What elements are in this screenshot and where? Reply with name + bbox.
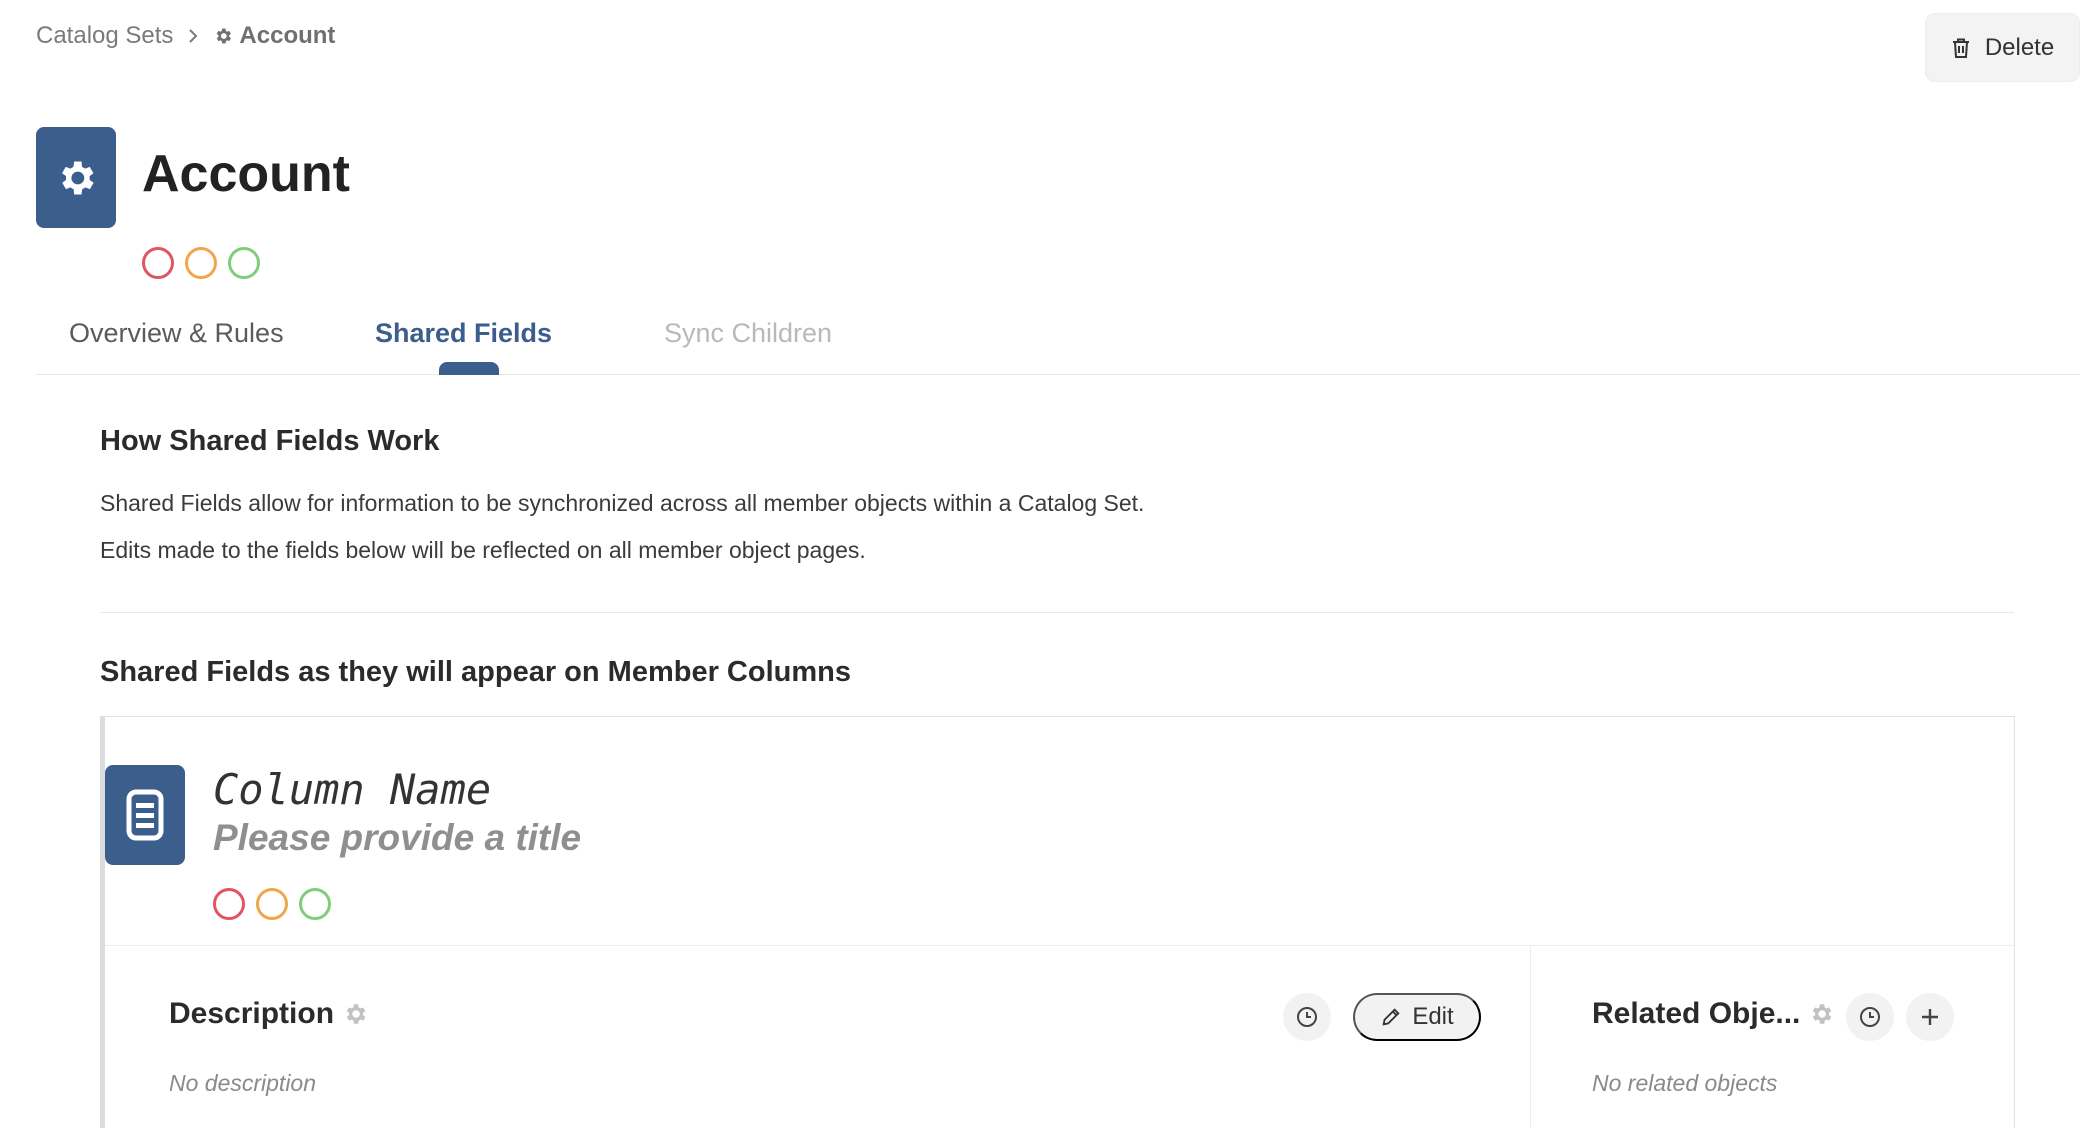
active-tab-indicator (439, 362, 499, 375)
breadcrumb-current: Account (213, 22, 335, 50)
tab-shared-fields[interactable]: Shared Fields (375, 318, 552, 349)
breadcrumb-current-label: Account (239, 22, 336, 49)
tab-sync-children: Sync Children (664, 318, 833, 348)
tab-bar: Overview & Rules Shared Fields Sync Chil… (36, 300, 2080, 375)
clock-icon (1860, 1007, 1880, 1027)
delete-button-label: Delete (1984, 33, 2055, 61)
how-shared-fields-line-2: Edits made to the fields below will be r… (100, 537, 866, 563)
column-icon (105, 765, 185, 865)
delete-button[interactable]: Delete (1925, 13, 2080, 82)
gear-icon (1813, 1004, 1832, 1024)
pencil-icon (1382, 1008, 1400, 1026)
card-vertical-divider (1530, 945, 1531, 1128)
how-shared-fields-heading: How Shared Fields Work (100, 425, 440, 457)
related-objects-field-title: Related Obje... (1592, 997, 1834, 1031)
section-divider (100, 612, 2014, 613)
plus-icon (1922, 1009, 1938, 1025)
column-name: Column Name (213, 765, 492, 814)
related-objects-add-button[interactable] (1906, 993, 1954, 1041)
tab-overview-rules[interactable]: Overview & Rules (69, 318, 284, 349)
page-title: Account (142, 145, 350, 203)
trash-icon (1952, 38, 1969, 58)
card-divider (105, 945, 2014, 946)
description-title-label: Description (169, 997, 335, 1030)
member-column-preview-card: Column Name Please provide a title Descr… (100, 716, 2015, 1128)
gear-icon (62, 161, 94, 194)
status-dot-red[interactable] (142, 247, 174, 279)
page-icon (36, 127, 116, 228)
status-indicators (142, 247, 260, 279)
breadcrumb-parent-link[interactable]: Catalog Sets (36, 22, 173, 50)
column-icon-glyph (126, 789, 164, 841)
related-objects-empty-text: No related objects (1592, 1070, 1778, 1096)
clock-icon (1297, 1007, 1317, 1027)
status-dot-orange[interactable] (256, 888, 288, 920)
status-dot-red[interactable] (213, 888, 245, 920)
status-dot-green[interactable] (299, 888, 331, 920)
gear-icon (346, 1004, 366, 1024)
description-field-title: Description (169, 997, 368, 1031)
breadcrumb: Catalog Sets Account (36, 22, 335, 50)
how-shared-fields-line-1: Shared Fields allow for information to b… (100, 490, 1145, 516)
description-history-button[interactable] (1283, 993, 1331, 1041)
status-dot-orange[interactable] (185, 247, 217, 279)
related-objects-title-label: Related Obje... (1592, 997, 1801, 1030)
column-subtitle: Please provide a title (213, 817, 582, 858)
description-edit-button[interactable]: Edit (1353, 993, 1481, 1041)
related-objects-history-button[interactable] (1846, 993, 1894, 1041)
chevron-right-icon (187, 28, 199, 44)
preview-heading: Shared Fields as they will appear on Mem… (100, 656, 851, 688)
gear-icon (217, 28, 232, 44)
column-status-indicators (213, 888, 331, 920)
status-dot-green[interactable] (228, 247, 260, 279)
description-empty-text: No description (169, 1070, 317, 1096)
edit-button-label: Edit (1412, 1003, 1454, 1030)
